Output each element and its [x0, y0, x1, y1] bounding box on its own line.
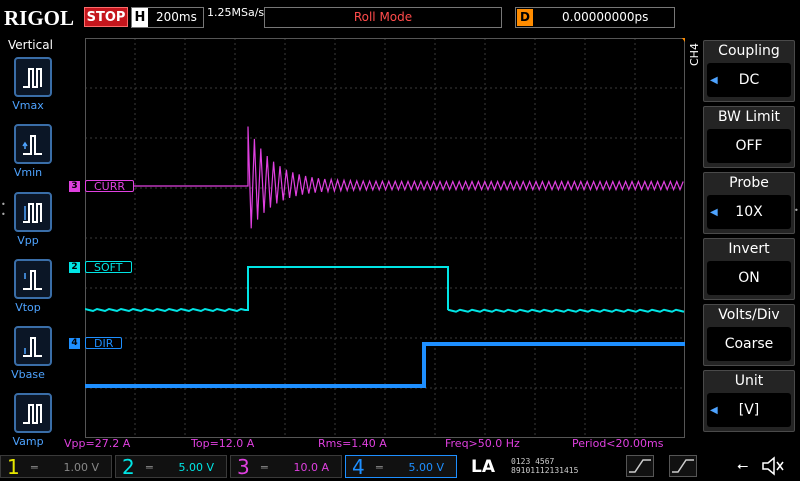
vmax-label: Vmax [12, 99, 44, 112]
vamp-icon [23, 404, 42, 424]
vmax-button[interactable] [14, 57, 52, 97]
vbase-label: Vbase [11, 368, 45, 381]
usb-icon: ⭠ [737, 458, 749, 474]
vtop-icon [23, 270, 42, 290]
vamp-label: Vamp [12, 435, 44, 448]
bw-limit-value: OFF [707, 129, 791, 163]
selector-arrow-icon: ◀ [710, 405, 718, 416]
vmin-icon [22, 135, 42, 155]
ch4-label: DIR [85, 337, 123, 350]
digital-bus-2-icon[interactable] [669, 455, 697, 477]
delay-box[interactable]: D 0.00000000ps [515, 7, 675, 28]
channel-tag: CH4 [688, 43, 701, 66]
vbase-button[interactable] [14, 326, 52, 366]
brand-logo: RIGOL [4, 6, 75, 30]
selector-arrow-icon: ◀ [710, 207, 718, 218]
curr-waveform [85, 126, 684, 229]
unit-title: Unit [734, 373, 764, 389]
page-dot: • [1, 200, 6, 209]
invert-button[interactable]: Invert ON [703, 238, 795, 300]
coupling-dc-icon: ═ [31, 461, 38, 474]
probe-value: 10X [707, 195, 791, 229]
ch1-number: 1 [7, 455, 20, 479]
volts-div-button[interactable]: Volts/Div Coarse [703, 304, 795, 366]
ch1-scale: 1.00 V [63, 461, 99, 474]
selector-arrow-icon: ◀ [710, 75, 718, 86]
volts-div-value: Coarse [707, 327, 791, 361]
coupling-dc-icon: ═ [376, 461, 383, 474]
measurement-vpp: Vpp=27.2 A [64, 437, 131, 450]
logic-channels-row2: 89101112131415 [511, 466, 579, 475]
ch4-number: 4 [352, 455, 365, 479]
coupling-button[interactable]: Coupling DC ◀ [703, 40, 795, 102]
acquisition-mode: Roll Mode [264, 7, 502, 28]
measurement-rms: Rms=1.40 A [318, 437, 387, 450]
ch2-number: 2 [122, 455, 135, 479]
unit-value: [V] [707, 393, 791, 427]
coupling-dc-icon: ═ [261, 461, 268, 474]
invert-value: ON [707, 261, 791, 295]
probe-title: Probe [729, 175, 769, 191]
vtop-label: Vtop [15, 301, 41, 314]
ch3-label: CURR [85, 180, 135, 193]
vpp-icon [23, 203, 42, 223]
vbase-icon [23, 337, 42, 357]
ch3-scale: 10.0 A [293, 461, 329, 474]
vpp-button[interactable] [14, 192, 52, 232]
speaker-mute-icon[interactable] [760, 455, 786, 477]
logic-channel-grid: 0123 4567 89101112131415 [511, 457, 578, 475]
ch3-ref-marker[interactable]: 3 [69, 181, 80, 192]
sample-rate: 1.25MSa/s [207, 6, 265, 19]
coupling-title: Coupling [718, 43, 780, 59]
coupling-value: DC [707, 63, 791, 97]
volts-div-title: Volts/Div [718, 307, 780, 323]
digital-bus-1-icon[interactable] [626, 455, 654, 477]
run-stop-indicator[interactable]: STOP [84, 7, 128, 27]
ch3-number: 3 [237, 455, 250, 479]
coupling-dc-icon: ═ [146, 461, 153, 474]
page-dot: • [1, 210, 6, 219]
vpp-label: Vpp [17, 234, 39, 247]
ch2-label: SOFT [85, 261, 132, 274]
left-menu-title: Vertical [8, 38, 53, 52]
ch3-scale-box[interactable]: 3 ═ 10.0 A [230, 455, 342, 479]
delay-value: 0.00000000ps [562, 10, 649, 24]
ch4-ref-marker[interactable]: 4 [69, 338, 80, 349]
vamp-button[interactable] [14, 393, 52, 433]
timebase-label: H [132, 8, 148, 27]
unit-button[interactable]: Unit [V] ◀ [703, 370, 795, 432]
ch2-scale: 5.00 V [178, 461, 214, 474]
bw-limit-title: BW Limit [717, 109, 781, 125]
bw-limit-button[interactable]: BW Limit OFF [703, 106, 795, 168]
delay-label: D [517, 9, 533, 26]
vmin-button[interactable] [14, 124, 52, 164]
measurement-freq: Freq>50.0 Hz [445, 437, 520, 450]
page-dot: • [794, 206, 799, 215]
vtop-button[interactable] [14, 259, 52, 299]
ch2-ref-marker[interactable]: 2 [69, 262, 80, 273]
logic-channels-row1: 0123 4567 [511, 457, 555, 466]
waveform-display[interactable] [85, 38, 685, 438]
timebase-value: 200ms [156, 10, 197, 24]
ch4-scale-box[interactable]: 4 ═ 5.00 V [345, 455, 457, 479]
measurement-top: Top=12.0 A [191, 437, 255, 450]
invert-title: Invert [728, 241, 770, 257]
grid [85, 38, 685, 438]
measurement-bar: Vpp=27.2 A Top=12.0 A Rms=1.40 A Freq>50… [60, 437, 680, 451]
ch4-scale: 5.00 V [408, 461, 444, 474]
probe-button[interactable]: Probe 10X ◀ [703, 172, 795, 234]
vmax-icon [23, 68, 42, 88]
vmin-label: Vmin [13, 166, 43, 179]
measurement-period: Period<20.00ms [572, 437, 664, 450]
ch2-scale-box[interactable]: 2 ═ 5.00 V [115, 455, 227, 479]
timebase-box[interactable]: H 200ms [131, 7, 204, 28]
ch1-scale-box[interactable]: 1 ═ 1.00 V [0, 455, 112, 479]
logic-analyzer-label[interactable]: LA [471, 457, 495, 477]
